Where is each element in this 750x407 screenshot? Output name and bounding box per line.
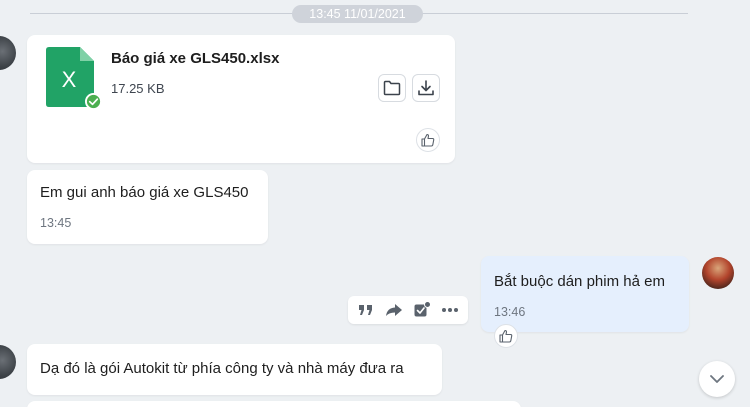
more-icon [442, 308, 458, 312]
message-time: 13:46 [494, 305, 526, 319]
date-separator: 13:45 11/01/2021 [292, 5, 423, 23]
file-type-letter: X [62, 67, 77, 92]
message-text: Em gui anh báo giá xe GLS450 [40, 184, 249, 201]
file-name[interactable]: Báo giá xe GLS450.xlsx [111, 50, 279, 67]
scroll-to-bottom-button[interactable] [699, 361, 735, 397]
message-text: Bắt buộc dán phim hả em [494, 273, 665, 290]
thumbs-up-icon [421, 133, 435, 147]
chat-conversation: 13:45 11/01/2021 X Báo giá xe GLS450.xls… [0, 0, 750, 407]
react-button[interactable] [416, 128, 440, 152]
thumbs-up-icon [499, 329, 513, 343]
file-size: 17.25 KB [111, 81, 165, 96]
forward-button[interactable] [382, 298, 406, 322]
open-folder-button[interactable] [378, 74, 406, 102]
react-button[interactable] [494, 324, 518, 348]
avatar[interactable] [0, 345, 16, 379]
quote-button[interactable] [354, 298, 378, 322]
forward-icon [386, 304, 402, 316]
more-button[interactable] [438, 298, 462, 322]
verified-check-icon [85, 93, 102, 110]
message-action-bar [348, 296, 468, 324]
download-button[interactable] [412, 74, 440, 102]
message-bubble[interactable]: Em gui anh báo giá xe GLS450 13:45 [27, 170, 268, 244]
file-message-bubble[interactable]: X Báo giá xe GLS450.xlsx 17.25 KB [27, 35, 455, 163]
message-text: Dạ đó là gói Autokit từ phía công ty và … [40, 360, 404, 377]
message-bubble[interactable]: Dạ đó là gói Autokit từ phía công ty và … [27, 344, 442, 395]
message-time: 13:45 [40, 216, 72, 230]
task-icon [414, 301, 431, 317]
avatar[interactable] [0, 36, 16, 70]
download-icon [418, 80, 434, 96]
message-bubble[interactable] [27, 401, 521, 407]
folder-icon [383, 80, 401, 96]
create-task-button[interactable] [410, 298, 434, 322]
chevron-down-icon [710, 375, 724, 383]
my-avatar[interactable] [702, 257, 734, 289]
quote-icon [359, 305, 372, 315]
my-message-bubble[interactable]: Bắt buộc dán phim hả em 13:46 [481, 256, 689, 332]
